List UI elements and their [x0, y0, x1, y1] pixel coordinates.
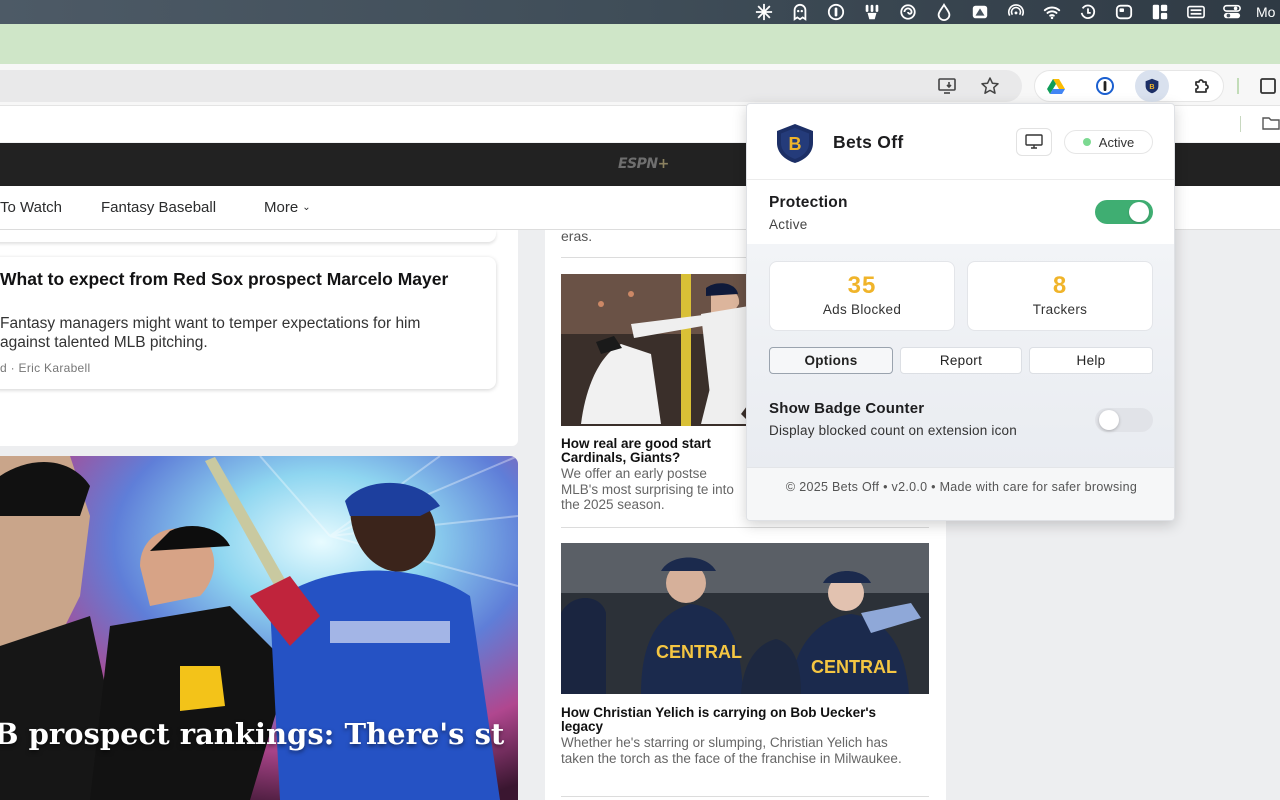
- toggle-knob: [1129, 202, 1149, 222]
- protection-label: Protection: [769, 194, 848, 211]
- protection-toggle[interactable]: [1095, 200, 1153, 224]
- onepassword-icon[interactable]: [818, 0, 854, 24]
- google-drive-icon[interactable]: [1042, 72, 1070, 100]
- sunburst-icon[interactable]: [746, 0, 782, 24]
- popup-footer: © 2025 Bets Off • v2.0.0 • Made with car…: [747, 467, 1174, 520]
- brewers-celebration-image: CENTRAL CENTRAL: [561, 543, 929, 694]
- bets-off-extension-icon[interactable]: B: [1135, 70, 1169, 102]
- logo-letter: B: [789, 134, 802, 154]
- layout-icon[interactable]: [1142, 0, 1178, 24]
- subnav-item-fantasy-baseball[interactable]: Fantasy Baseball: [101, 199, 216, 216]
- espn-logo-text: ESPN: [618, 156, 658, 172]
- hero-headline[interactable]: B prospect rankings: There's st: [0, 718, 514, 751]
- story-card[interactable]: What to expect from Red Sox prospect Mar…: [0, 257, 496, 389]
- address-bar[interactable]: [0, 70, 1022, 102]
- chrome-profile-icon[interactable]: [1254, 72, 1280, 100]
- options-button[interactable]: Options: [769, 347, 893, 374]
- onepassword-ext-icon[interactable]: [1091, 72, 1119, 100]
- subnav-item-more[interactable]: More ⌄: [264, 199, 311, 216]
- shield-logo-icon: B: [777, 124, 813, 163]
- story-title[interactable]: What to expect from Red Sox prospect Mar…: [0, 269, 480, 290]
- badge-counter-label: Show Badge Counter: [769, 400, 925, 417]
- subnav-more-label: More: [264, 199, 299, 216]
- dashboard-button[interactable]: [1016, 128, 1052, 156]
- timer-icon[interactable]: [1070, 0, 1106, 24]
- install-app-icon[interactable]: [933, 72, 961, 100]
- control-center-icon[interactable]: [1214, 0, 1250, 24]
- chevron-down-icon: ⌄: [302, 202, 311, 213]
- hero-image[interactable]: B prospect rankings: There's st: [0, 456, 518, 800]
- popup-body: Protection Active 35 Ads Blocked 8 Track…: [747, 181, 1174, 467]
- bets-off-popup: B Bets Off Active Protection Active 35 A…: [746, 103, 1175, 521]
- svg-text:CENTRAL: CENTRAL: [811, 657, 897, 677]
- toggle-knob: [1099, 410, 1119, 430]
- popup-title: Bets Off: [833, 132, 904, 152]
- story-byline: d · Eric Karabell: [0, 361, 91, 375]
- triangle-box-icon[interactable]: [962, 0, 998, 24]
- divider: [561, 796, 929, 797]
- toolbar-divider: [1237, 78, 1239, 94]
- badge-counter-toggle[interactable]: [1095, 408, 1153, 432]
- rail-item-2-description: Whether he's starring or slumping, Chris…: [561, 735, 902, 766]
- airdrop-icon[interactable]: [998, 0, 1034, 24]
- stat-card-trackers: 8 Trackers: [967, 261, 1153, 331]
- status-badge: Active: [1064, 130, 1153, 154]
- ads-blocked-count: 35: [847, 272, 877, 299]
- monitor-icon: [1025, 134, 1043, 149]
- rounded-square-icon[interactable]: [1106, 0, 1142, 24]
- trackers-count: 8: [1052, 272, 1068, 299]
- espn-logo-plus: +: [657, 156, 670, 172]
- folder-icon[interactable]: [1262, 116, 1280, 130]
- droplet-icon[interactable]: [926, 0, 962, 24]
- stat-card-ads-blocked: 35 Ads Blocked: [769, 261, 955, 331]
- protection-state: Active: [769, 217, 808, 232]
- bookmarks-divider: [1240, 116, 1241, 132]
- ads-blocked-label: Ads Blocked: [822, 302, 902, 317]
- svg-text:B: B: [1149, 82, 1154, 91]
- subnav-item-to-watch[interactable]: To Watch: [0, 199, 62, 216]
- divider: [561, 527, 929, 528]
- rail-item-1-headline[interactable]: How real are good start Cardinals, Giant…: [561, 437, 751, 465]
- keyboard-icon[interactable]: [1178, 0, 1214, 24]
- wifi-icon[interactable]: [1034, 0, 1070, 24]
- status-text: Active: [1098, 134, 1135, 150]
- previous-story-card[interactable]: [0, 230, 496, 242]
- swirl-icon[interactable]: [890, 0, 926, 24]
- ghost-icon[interactable]: [782, 0, 818, 24]
- badge-counter-description: Display blocked count on extension icon: [769, 423, 1017, 438]
- rail-item-2[interactable]: How Christian Yelich is carrying on Bob …: [561, 706, 929, 766]
- status-dot: [1082, 138, 1091, 146]
- story-description: Fantasy managers might want to temper ex…: [0, 315, 421, 351]
- rail-item-2-headline[interactable]: How Christian Yelich is carrying on Bob …: [561, 706, 891, 734]
- svg-text:CENTRAL: CENTRAL: [656, 642, 742, 662]
- tab-strip: [0, 24, 1280, 64]
- report-button[interactable]: Report: [900, 347, 1022, 374]
- menubar-clock[interactable]: Mo: [1250, 4, 1280, 20]
- help-button[interactable]: Help: [1029, 347, 1153, 374]
- bookmark-star-icon[interactable]: [976, 72, 1004, 100]
- espn-plus-logo[interactable]: ESPN+: [618, 156, 669, 172]
- popup-header: B Bets Off Active: [747, 104, 1174, 180]
- brewers-photo[interactable]: CENTRAL CENTRAL: [561, 543, 929, 694]
- extensions-puzzle-icon[interactable]: [1188, 72, 1216, 100]
- rail-item-1-description: We offer an early postse MLB's most surp…: [561, 466, 734, 512]
- menu-bar: Mo: [0, 0, 1280, 24]
- paw-icon[interactable]: [854, 0, 890, 24]
- browser-toolbar: B: [0, 64, 1280, 106]
- trackers-label: Trackers: [1032, 302, 1088, 317]
